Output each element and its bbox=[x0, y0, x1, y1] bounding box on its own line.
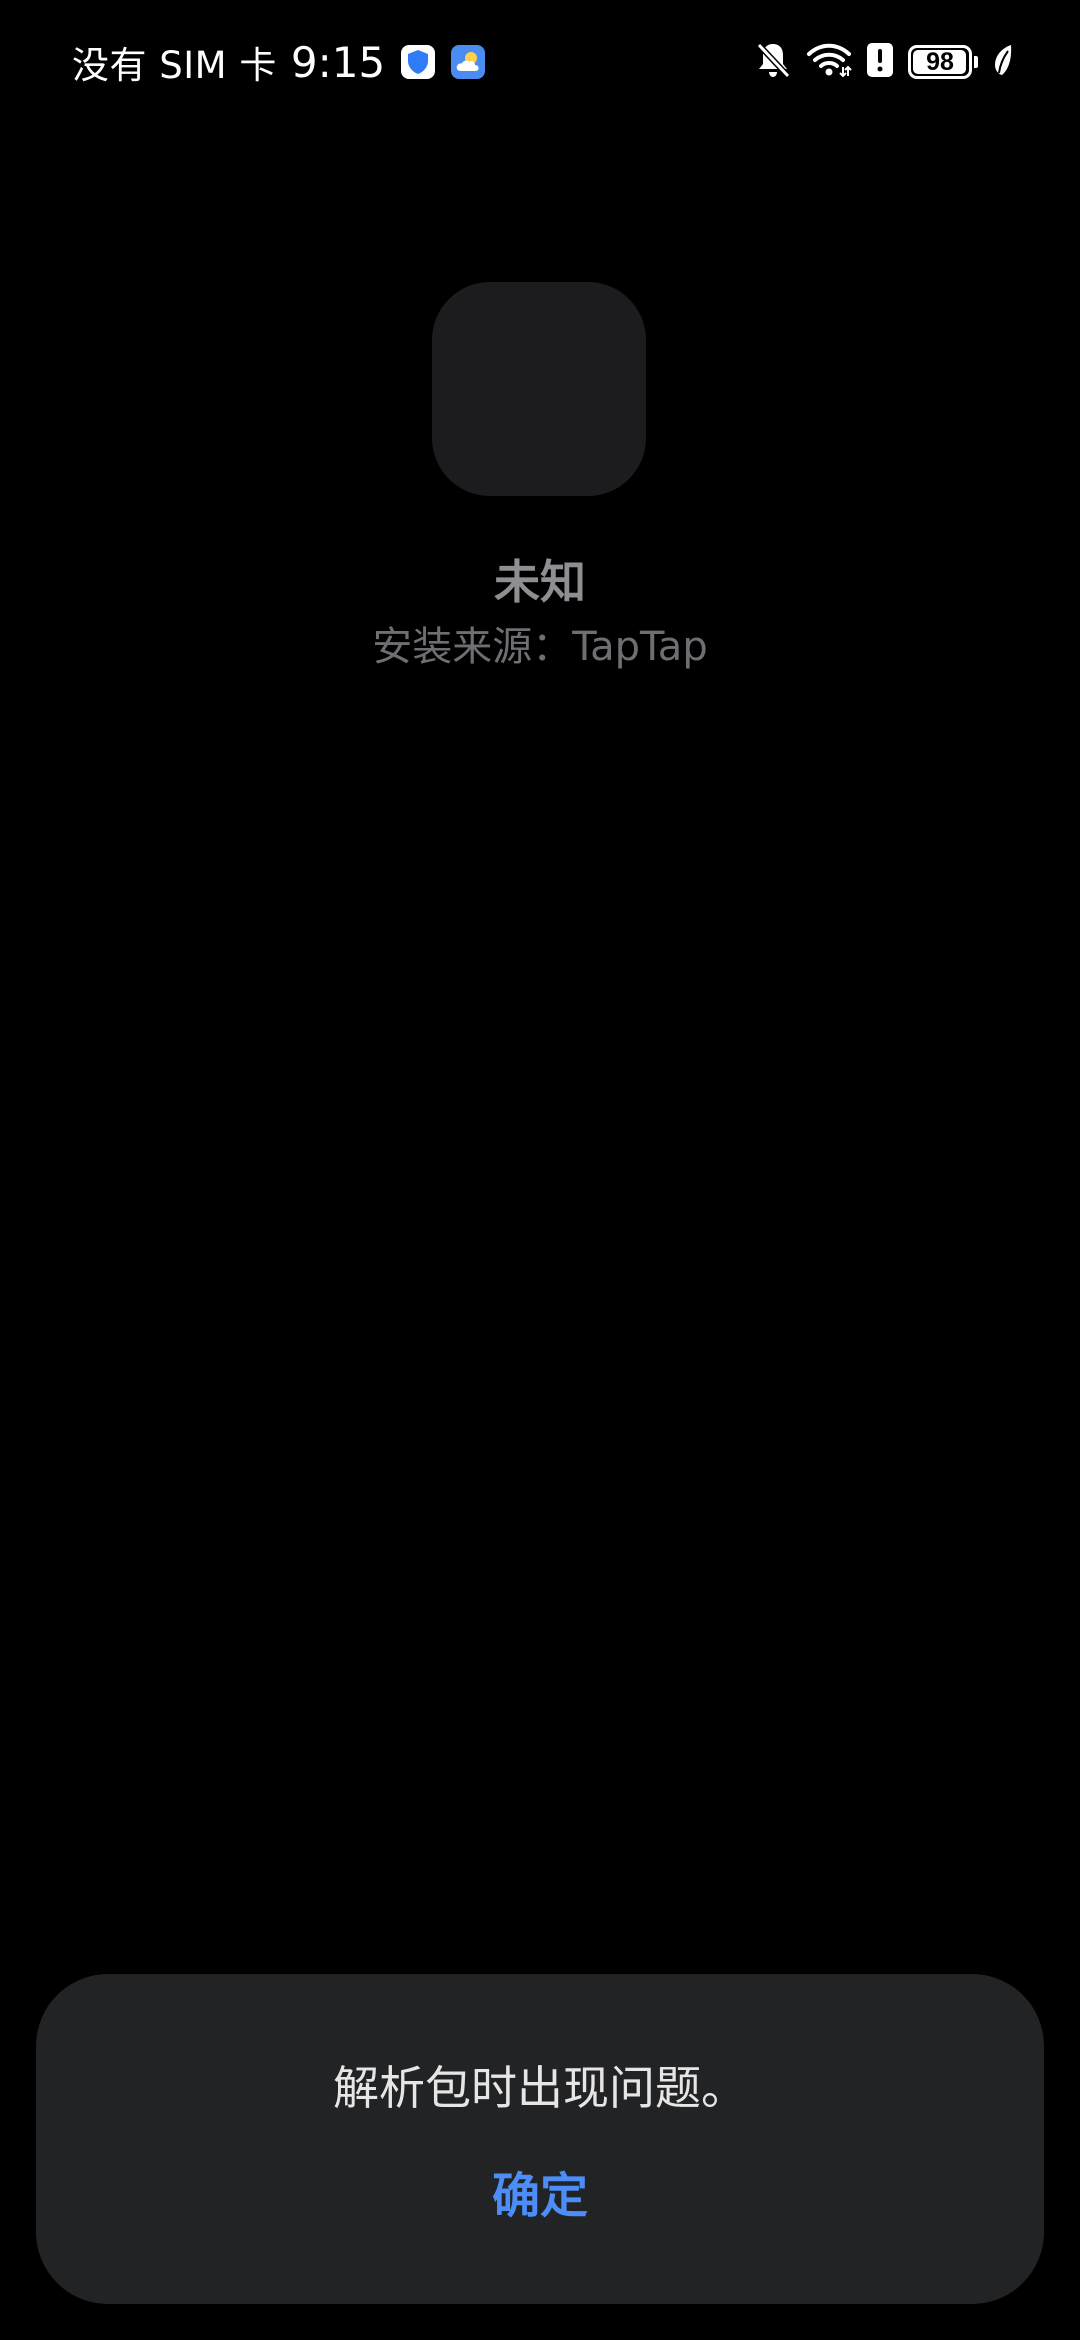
dialog-message: 解析包时出现问题。 bbox=[333, 2061, 747, 2115]
error-dialog: 解析包时出现问题。 确定 bbox=[36, 1974, 1044, 2304]
battery-tip bbox=[974, 56, 978, 68]
status-left: 没有 SIM 卡 9:15 bbox=[72, 34, 486, 90]
app-name: 未知 bbox=[494, 555, 586, 609]
wifi-icon bbox=[806, 42, 852, 82]
status-bar: 没有 SIM 卡 9:15 98 bbox=[0, 0, 1080, 120]
battery-icon: 98 bbox=[908, 45, 972, 79]
power-saving-leaf-icon bbox=[992, 43, 1014, 81]
confirm-button[interactable]: 确定 bbox=[440, 2158, 640, 2234]
bell-muted-icon bbox=[754, 40, 792, 84]
weather-icon bbox=[451, 45, 486, 79]
carrier-label: 没有 SIM 卡 bbox=[72, 44, 277, 87]
security-shield-icon bbox=[401, 45, 436, 79]
app-icon-placeholder bbox=[432, 282, 646, 496]
clock: 9:15 bbox=[290, 37, 386, 87]
install-source: 安装来源：TapTap bbox=[372, 624, 708, 670]
battery-level: 98 bbox=[926, 47, 954, 76]
status-right: 98 bbox=[754, 38, 1014, 86]
alert-icon bbox=[866, 42, 894, 82]
